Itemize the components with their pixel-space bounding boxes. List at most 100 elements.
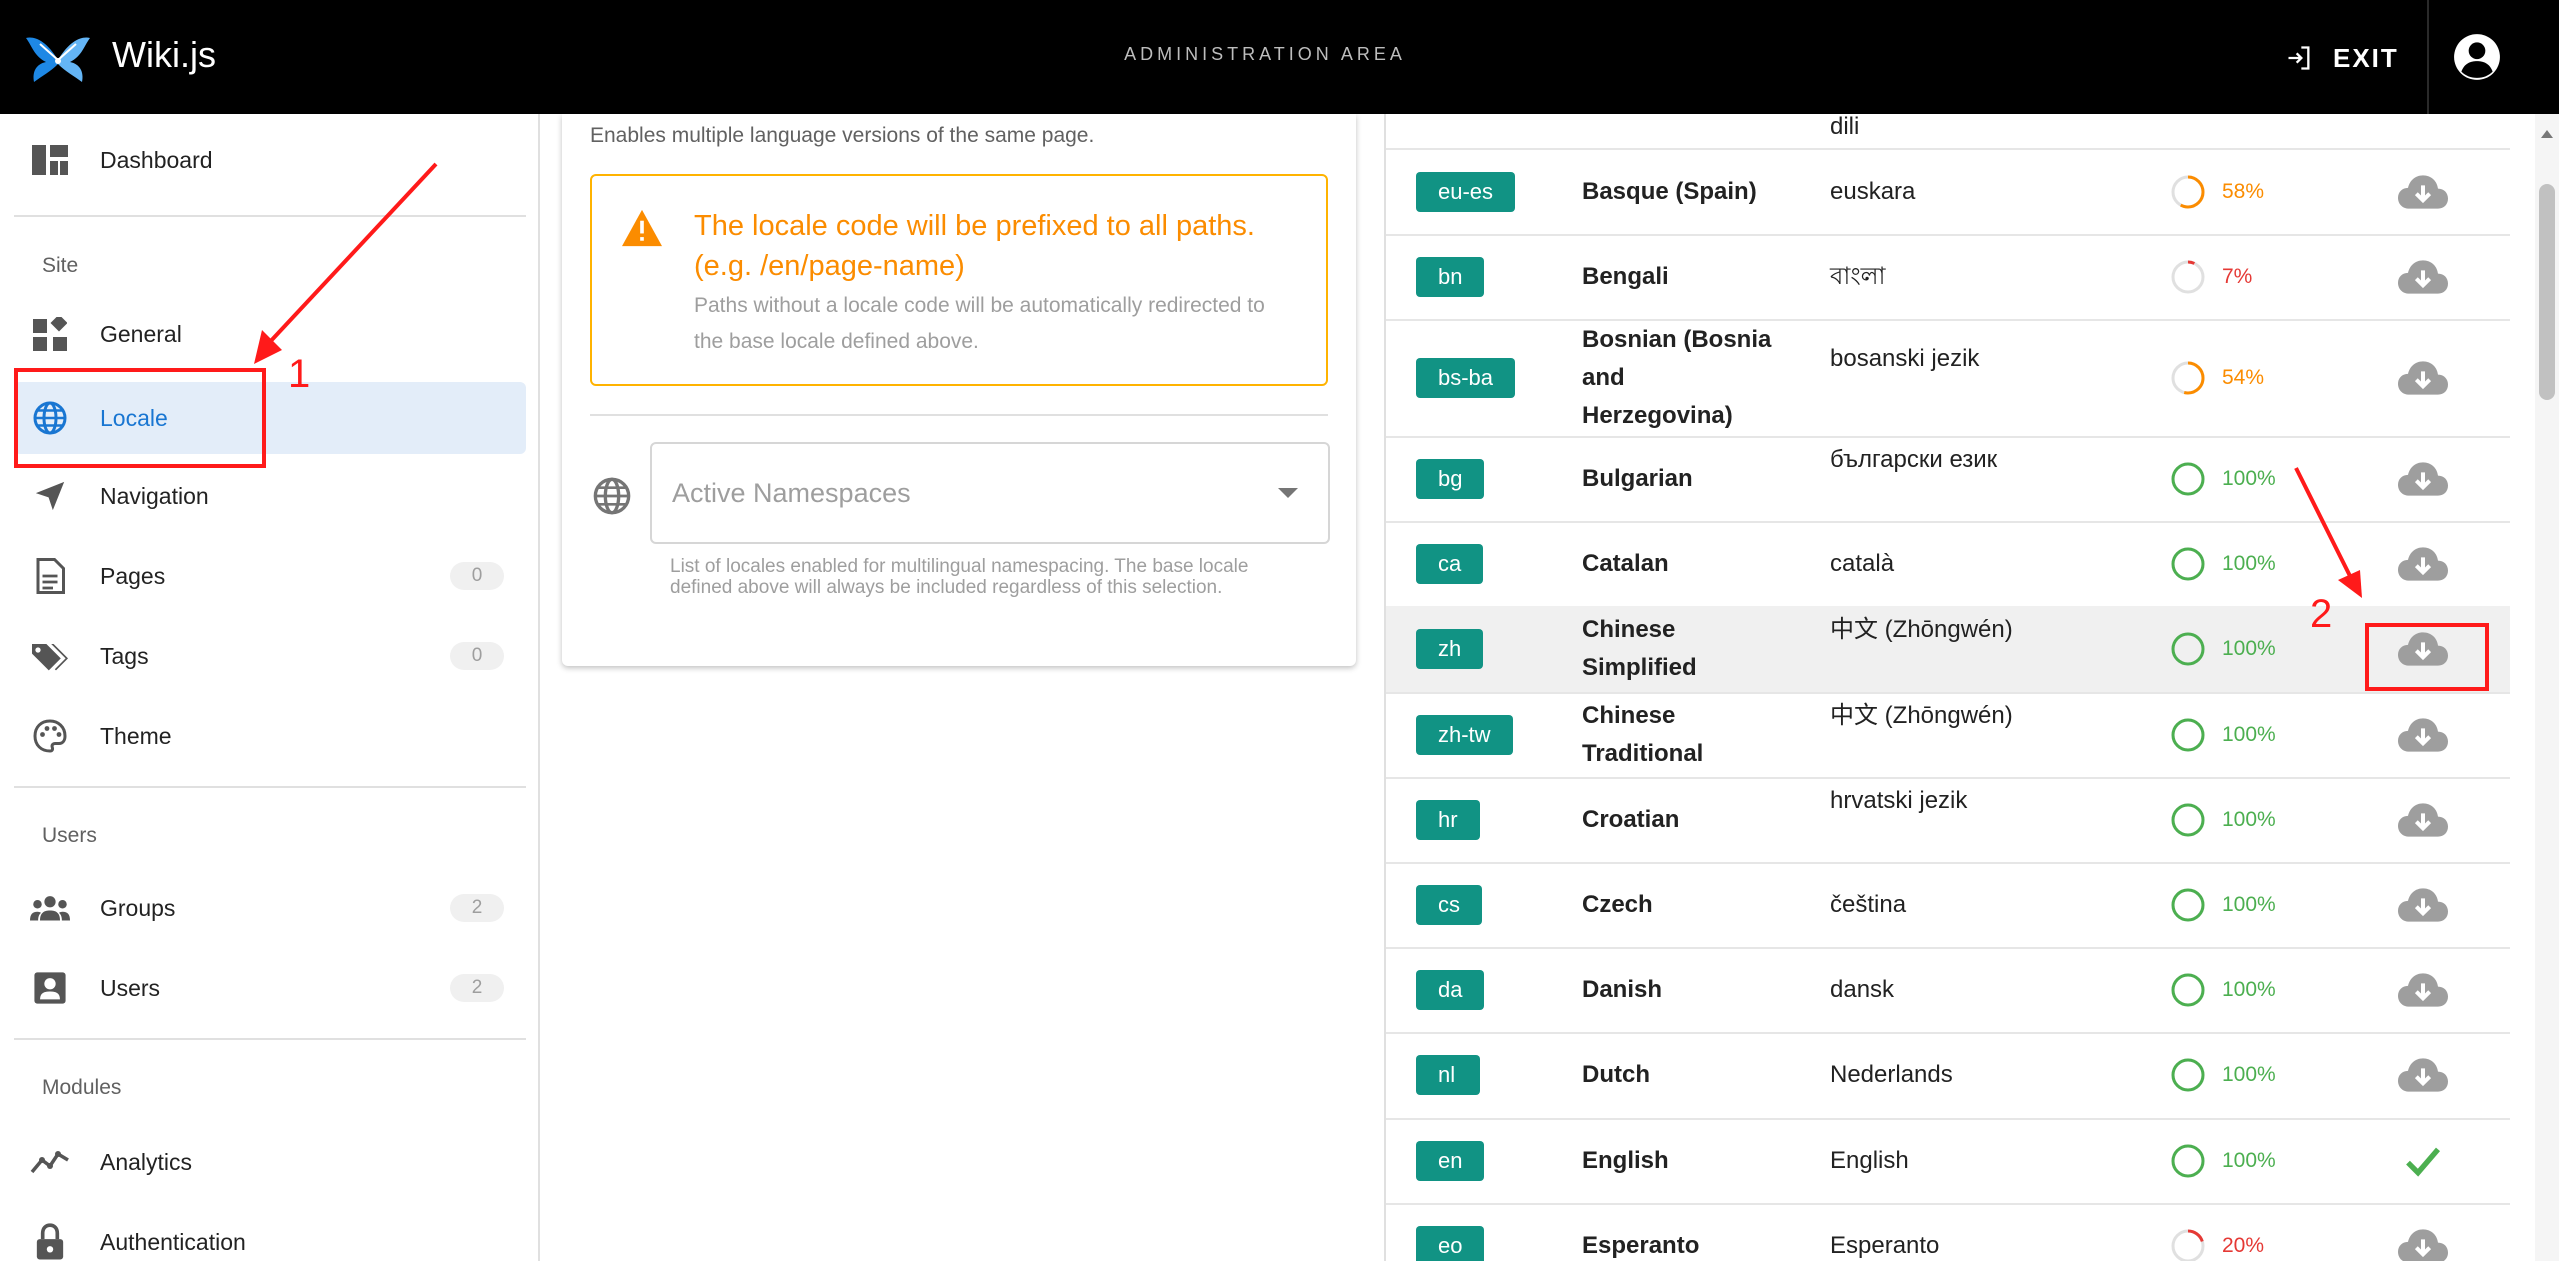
- scroll-up-arrow-icon[interactable]: [2541, 130, 2553, 138]
- sidebar-item-users[interactable]: Users 2: [14, 952, 526, 1024]
- locale-native-name: Nederlands: [1830, 1061, 1953, 1088]
- locale-code-badge: nl: [1416, 1055, 1480, 1095]
- locale-name: Esperanto: [1582, 1231, 1700, 1259]
- locale-progress-label: 100%: [2222, 551, 2276, 575]
- palette-icon: [30, 716, 70, 756]
- locale-native-name: 中文 (Zhōngwén): [1830, 701, 2013, 729]
- locale-code-badge: en: [1416, 1140, 1485, 1181]
- cloud-download-icon[interactable]: [2396, 257, 2450, 297]
- cloud-download-icon[interactable]: [2396, 172, 2450, 212]
- locale-row-en: en English English 100%: [1386, 1118, 2510, 1205]
- cloud-download-icon[interactable]: [2396, 459, 2450, 499]
- locale-native-name: български език: [1830, 445, 1998, 473]
- header-divider: [2427, 0, 2429, 114]
- chart-line-icon: [30, 1142, 70, 1182]
- locale-native-name: 中文 (Zhōngwén): [1830, 616, 2013, 643]
- progress-ring-icon: [2171, 718, 2205, 751]
- locale-row-partial: dili: [1386, 114, 2510, 150]
- sidebar-item-analytics[interactable]: Analytics: [14, 1126, 526, 1198]
- sidebar-item-theme[interactable]: Theme: [14, 700, 526, 772]
- locale-name: Dutch: [1582, 1061, 1650, 1088]
- locale-prefix-alert: The locale code will be prefixed to all …: [590, 174, 1328, 386]
- progress-ring-icon: [2171, 1058, 2205, 1092]
- locale-row-eu-es: eu-es Basque (Spain) euskara 58%: [1386, 149, 2510, 236]
- cloud-download-icon[interactable]: [2396, 970, 2450, 1010]
- sidebar-item-tags[interactable]: Tags 0: [14, 620, 526, 692]
- cloud-download-icon[interactable]: [2396, 715, 2450, 755]
- locale-name: Bosnian (Bosnia and Herzegovina): [1582, 325, 1772, 429]
- active-namespaces-select[interactable]: Active Namespaces: [650, 442, 1330, 544]
- locale-progress-label: 58%: [2222, 179, 2265, 203]
- cloud-download-icon[interactable]: [2396, 1226, 2450, 1262]
- sidebar-item-label: Navigation: [100, 482, 209, 509]
- progress-ring-icon: [2171, 973, 2205, 1006]
- locale-progress-label: 100%: [2222, 977, 2276, 1001]
- section-title-site: Site: [42, 254, 79, 277]
- card-divider: [590, 414, 1328, 416]
- sidebar-divider: [14, 215, 526, 217]
- locale-progress-label: 100%: [2222, 892, 2276, 916]
- locale-code-badge: hr: [1416, 799, 1480, 840]
- sidebar-divider: [14, 1038, 526, 1040]
- locale-code-badge: bg: [1416, 458, 1485, 499]
- progress-ring-icon: [2171, 803, 2205, 836]
- sidebar-item-label: Analytics: [100, 1148, 193, 1175]
- sidebar-item-label: Pages: [100, 562, 166, 589]
- page-title: ADMINISTRATION AREA: [1124, 44, 1406, 64]
- locale-native-name: català: [1830, 549, 1895, 577]
- locale-row-bs-ba: bs-ba Bosnian (Bosnia and Herzegovina) bos…: [1386, 319, 2510, 438]
- locale-native-name: hrvatski jezik: [1830, 786, 1968, 814]
- progress-ring-icon: [2171, 888, 2205, 921]
- sidebar-item-authentication[interactable]: Authentication: [14, 1206, 526, 1278]
- cloud-download-icon[interactable]: [2396, 544, 2450, 584]
- locale-native-name: euskara: [1830, 177, 1916, 205]
- locale-code-badge: da: [1416, 969, 1485, 1010]
- locale-row-cs: cs Czech čeština 100%: [1386, 862, 2510, 949]
- progress-ring-icon: [2171, 462, 2205, 495]
- locale-progress-label: 100%: [2222, 637, 2276, 660]
- locale-native-name: Esperanto: [1830, 1231, 1940, 1259]
- locale-progress-label: 100%: [2222, 1063, 2276, 1086]
- sidebar-item-pages[interactable]: Pages 0: [14, 540, 526, 612]
- dashboard-icon: [30, 140, 70, 180]
- progress-ring-icon: [2171, 632, 2205, 666]
- sidebar-item-dashboard[interactable]: Dashboard: [14, 124, 526, 196]
- file-icon: [30, 556, 70, 596]
- account-box-icon: [30, 968, 70, 1008]
- locale-progress-label: 100%: [2222, 466, 2276, 490]
- alert-title: The locale code will be prefixed to all …: [694, 210, 1255, 282]
- sidebar-item-groups[interactable]: Groups 2: [14, 872, 526, 944]
- account-icon[interactable]: [2452, 32, 2502, 82]
- wikijs-logo-icon[interactable]: [24, 30, 92, 86]
- page-scrollbar[interactable]: [2535, 114, 2559, 1261]
- app-brand[interactable]: Wiki.js: [112, 34, 216, 76]
- locale-code-badge: zh-tw: [1416, 714, 1513, 755]
- cloud-download-icon[interactable]: [2396, 800, 2450, 840]
- locale-name: English: [1582, 1146, 1669, 1174]
- cloud-download-icon[interactable]: [2396, 1055, 2450, 1095]
- progress-ring-icon: [2171, 1229, 2205, 1261]
- pages-count-badge: 0: [450, 562, 504, 590]
- scrollbar-thumb[interactable]: [2539, 184, 2555, 400]
- admin-sidebar: Dashboard Site General Locale Navigation…: [0, 114, 540, 1261]
- widgets-icon: [30, 314, 70, 354]
- annotation-number-1: 1: [288, 352, 311, 396]
- locale-row-nl: nl Dutch Nederlands 100%: [1386, 1032, 2510, 1120]
- section-title-users: Users: [42, 824, 97, 847]
- locale-progress-label: 100%: [2222, 722, 2276, 746]
- locale-name: Czech: [1582, 890, 1653, 918]
- annotation-box-download: [2365, 623, 2489, 691]
- locale-name: Danish: [1582, 975, 1663, 1003]
- cloud-download-icon[interactable]: [2396, 358, 2450, 398]
- cloud-download-icon[interactable]: [2396, 885, 2450, 925]
- locale-name: Catalan: [1582, 549, 1669, 577]
- exit-button[interactable]: EXIT: [2285, 30, 2399, 86]
- locale-name: Chinese Traditional: [1582, 701, 1704, 767]
- sidebar-item-general[interactable]: General: [14, 298, 526, 370]
- users-count-badge: 2: [450, 974, 504, 1002]
- progress-ring-icon: [2171, 361, 2205, 394]
- sidebar-item-navigation[interactable]: Navigation: [14, 460, 526, 532]
- locale-native-name: বাংলা: [1830, 262, 1886, 290]
- navigation-icon: [30, 476, 70, 516]
- sidebar-item-label: Groups: [100, 894, 176, 921]
